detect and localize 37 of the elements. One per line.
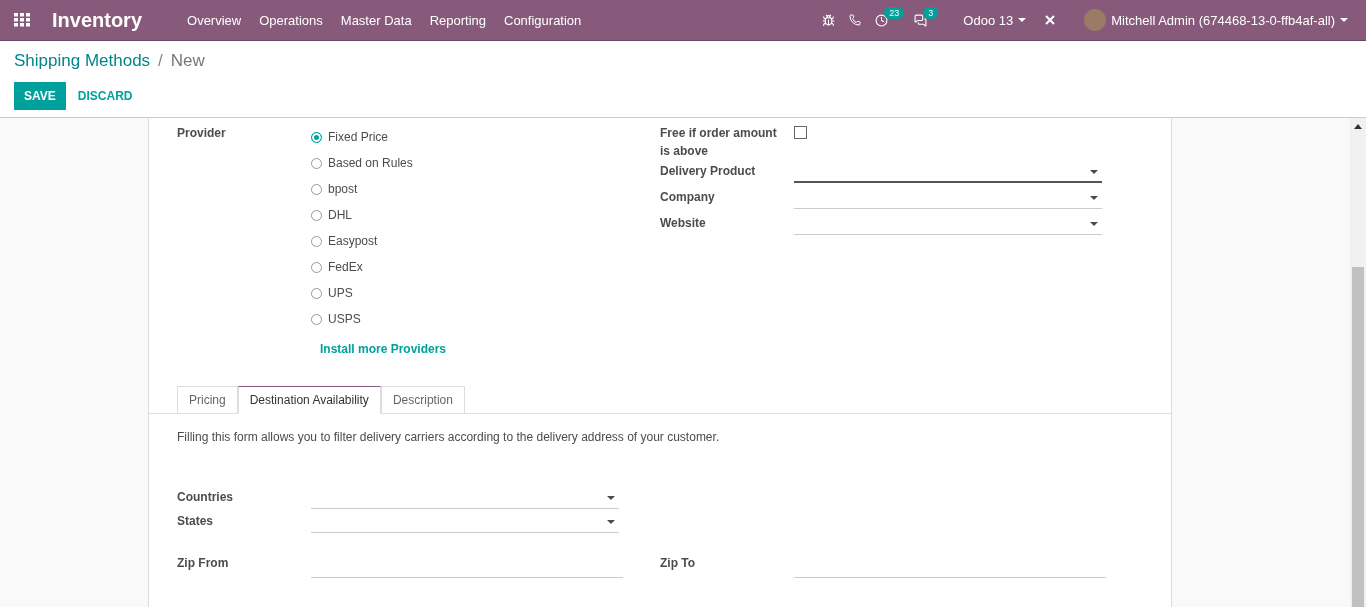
- radio-option[interactable]: DHL: [311, 202, 447, 228]
- message-count: 3: [923, 6, 939, 19]
- tab[interactable]: Description: [380, 386, 465, 414]
- radio-option[interactable]: Based on Rules: [311, 150, 447, 176]
- field-label: States: [177, 513, 215, 530]
- radio-option[interactable]: USPS: [311, 306, 447, 332]
- tab[interactable]: Destination Availability: [237, 386, 381, 414]
- radio-option[interactable]: Easypost: [311, 228, 447, 254]
- database-menu[interactable]: Odoo 13: [959, 12, 1031, 28]
- save-button[interactable]: SAVE: [14, 82, 66, 110]
- radio-option[interactable]: bpost: [311, 176, 447, 202]
- radio-option[interactable]: Fixed Price: [311, 124, 447, 150]
- help-text: Filling this form allows you to filter delivery carriers according to the delivery address of your customer.: [177, 430, 721, 444]
- breadcrumb-separator: /: [158, 51, 163, 71]
- app-name: Inventory: [52, 8, 143, 32]
- field-label: Company: [660, 189, 716, 206]
- activity-count: 23: [884, 6, 905, 19]
- menu-item[interactable]: Configuration: [495, 12, 591, 28]
- menu-item[interactable]: Overview: [178, 12, 251, 28]
- field-label: Zip From: [177, 555, 230, 572]
- radio-option[interactable]: FedEx: [311, 254, 447, 280]
- field-label: Free if order amount is above: [660, 125, 778, 160]
- menu-item[interactable]: Master Data: [331, 12, 421, 28]
- menu-item[interactable]: Reporting: [420, 12, 495, 28]
- field-label: Delivery Product: [660, 163, 757, 180]
- field-label: Website: [660, 215, 707, 232]
- menu-item[interactable]: Operations: [250, 12, 332, 28]
- discard-button[interactable]: DISCARD: [67, 82, 143, 110]
- radio-option[interactable]: UPS: [311, 280, 447, 306]
- field-label: Zip To: [660, 555, 697, 572]
- user-menu[interactable]: Mitchell Admin (674468-13-0-ffb4af-all): [1080, 9, 1352, 31]
- install-providers-link[interactable]: Install more Providers: [320, 342, 447, 356]
- field-label: Countries: [177, 489, 234, 506]
- field-label: Provider: [177, 125, 227, 142]
- breadcrumb-link[interactable]: Shipping Methods: [14, 51, 151, 71]
- breadcrumb-current: New: [170, 51, 205, 71]
- tab[interactable]: Pricing: [177, 386, 238, 414]
